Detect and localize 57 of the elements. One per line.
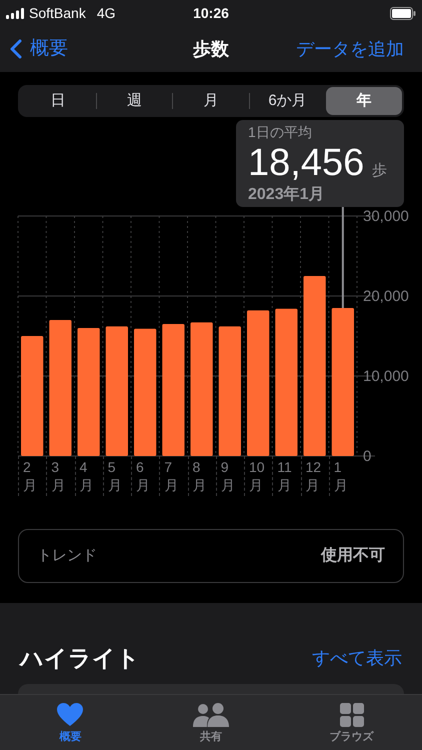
bar[interactable] (106, 326, 128, 456)
tab-bar-item[interactable]: 概要 (0, 695, 141, 750)
axis-label: 20,000 (363, 288, 409, 305)
month-label: 1 月 (334, 458, 349, 494)
average-value: 18,456 (248, 141, 364, 185)
month-label: 8 月 (192, 458, 208, 494)
bar[interactable] (49, 320, 72, 456)
month-label: 5 月 (108, 458, 123, 494)
month-label: 4 月 (80, 458, 94, 494)
back-button[interactable]: 概要 (10, 34, 68, 64)
unit-label: 歩 (372, 161, 388, 181)
axis-label: 10,000 (363, 368, 409, 385)
chevron-left-icon (10, 39, 22, 59)
trend-label: トレンド (37, 546, 97, 566)
page-title: 歩数 (193, 38, 229, 60)
bar[interactable] (218, 326, 241, 456)
add-data-button[interactable]: データを追加 (296, 36, 412, 62)
segment-tab[interactable]: 6か月 (250, 87, 326, 115)
month-label: 2 月 (23, 458, 38, 494)
bar[interactable] (78, 328, 100, 456)
signal-icon (6, 8, 24, 18)
segment-tab[interactable]: 月 (173, 87, 249, 115)
tab-bar-item[interactable]: ブラウズ (281, 695, 422, 750)
bar[interactable] (304, 276, 326, 456)
month-label: 10 月 (249, 458, 266, 494)
bar[interactable] (332, 308, 354, 456)
segment-tab[interactable]: 年 (326, 87, 402, 115)
carrier-name: SoftBank (29, 4, 86, 22)
month-label: 9 月 (220, 458, 236, 494)
date-label: 2023年1月 (248, 185, 326, 205)
back-label: 概要 (30, 36, 68, 61)
bar[interactable] (21, 336, 44, 456)
bar[interactable] (162, 324, 184, 456)
month-label: 3 月 (51, 458, 66, 494)
heart-icon (57, 703, 84, 727)
battery-icon (390, 6, 416, 20)
month-label: 12 月 (306, 458, 322, 494)
axis-label: 30,000 (363, 208, 409, 225)
trend-value: 使用不可 (321, 546, 385, 566)
tooltip-label: 1日の平均 (248, 123, 313, 141)
grid-icon (340, 703, 364, 727)
bar[interactable] (275, 308, 298, 456)
people-icon (193, 703, 229, 727)
show-all-link[interactable]: すべて表示 (312, 644, 402, 672)
bar[interactable] (190, 322, 213, 456)
axis-label: 0 (363, 448, 372, 465)
bar[interactable] (247, 310, 270, 456)
tab-bar-item[interactable]: 共有 (140, 695, 282, 750)
network-type: 4G (96, 4, 116, 22)
segment-tab[interactable]: 日 (20, 87, 96, 115)
bar[interactable] (134, 328, 156, 456)
month-label: 6 月 (136, 458, 151, 494)
month-label: 7 月 (164, 458, 180, 494)
clock: 10:26 (193, 4, 229, 22)
month-label: 11 月 (277, 458, 293, 494)
section-title: ハイライト (20, 644, 140, 673)
segment-tab[interactable]: 週 (96, 87, 172, 115)
